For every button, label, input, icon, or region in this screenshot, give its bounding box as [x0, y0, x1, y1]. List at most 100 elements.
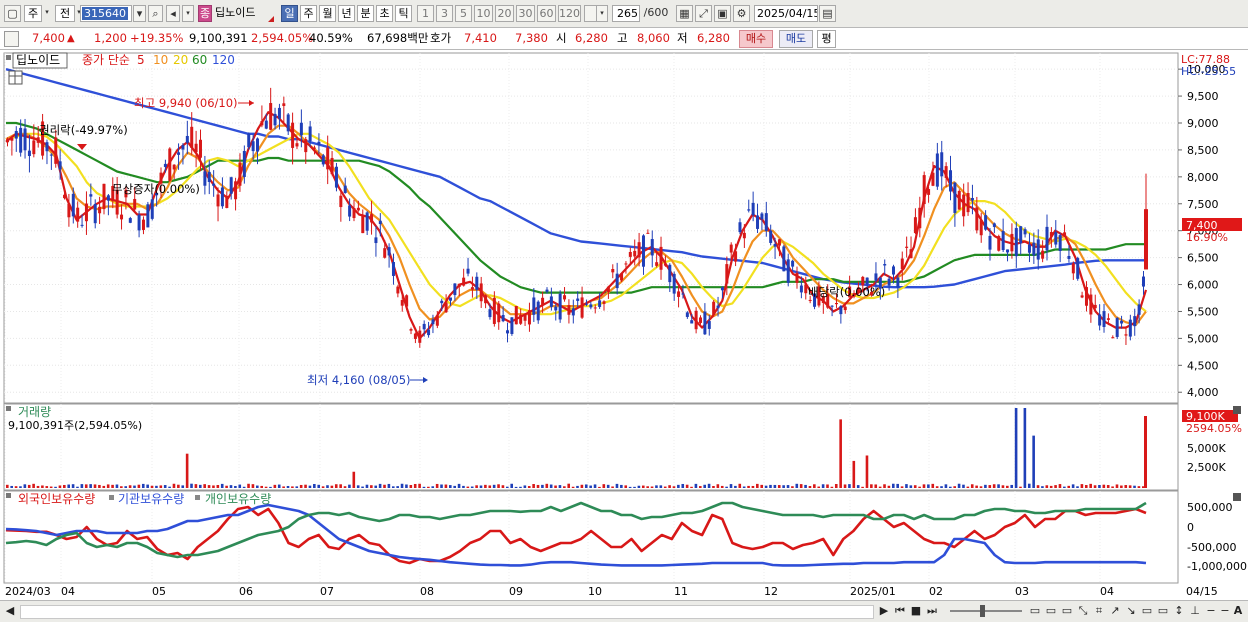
stock-chart[interactable]: 10,0009,5009,0008,5008,0007,5007,0006,50… [0, 50, 1248, 600]
candle-body [580, 297, 584, 318]
tool-1-icon[interactable]: ▭ [1028, 604, 1042, 618]
candle-body [181, 145, 185, 150]
period-second-button[interactable]: 초 [376, 5, 393, 22]
candle-body [720, 287, 724, 291]
interval-1-button[interactable]: 1 [417, 5, 434, 22]
period-month-button[interactable]: 월 [319, 5, 336, 22]
candle-body [256, 138, 260, 152]
interval-3-button[interactable]: 3 [436, 5, 453, 22]
tool-6-icon[interactable]: ↗ [1108, 604, 1122, 618]
stop-icon[interactable]: ■ [909, 604, 923, 618]
candle-body [650, 239, 654, 256]
x-axis-label: 2024/03 [5, 585, 51, 598]
tool-9-icon[interactable]: ▭ [1156, 604, 1170, 618]
settings-gear-icon[interactable]: ⚙ [733, 5, 750, 22]
interval-10-button[interactable]: 10 [474, 5, 493, 22]
tool-7-icon[interactable]: ↘ [1124, 604, 1138, 618]
tool-4-icon[interactable]: ⤡ [1076, 604, 1090, 618]
candle-body [431, 319, 435, 325]
candle-body [6, 139, 9, 143]
volume-bar [1027, 483, 1031, 488]
calendar-icon[interactable]: ▤ [819, 5, 836, 22]
volume-bar [984, 484, 987, 488]
compare-button[interactable]: 전 [55, 5, 75, 22]
sound-chevron-icon[interactable]: ▾ [182, 5, 194, 22]
tool-8-icon[interactable]: ▭ [1140, 604, 1154, 618]
interval-60-button[interactable]: 60 [537, 5, 556, 22]
date-input[interactable]: 2025/04/15 [754, 5, 818, 22]
candle-body [957, 190, 961, 210]
zoom-slider[interactable] [950, 610, 1022, 612]
volume-bar [734, 485, 737, 488]
volume-bar [470, 486, 474, 488]
candle-body [760, 213, 764, 220]
volume-close-icon[interactable] [1233, 406, 1241, 414]
candle-body [1142, 276, 1145, 287]
volume-bar [668, 485, 671, 488]
window-menu-icon[interactable]: ▢ [4, 5, 21, 22]
volume-bar [659, 485, 663, 488]
interval-chevron-icon[interactable]: ▾ [596, 5, 608, 22]
quote-settings-icon[interactable] [4, 31, 19, 47]
interval-120-button[interactable]: 120 [558, 5, 581, 22]
period-type-select[interactable]: 주 [24, 5, 42, 22]
volume-bar [782, 485, 785, 488]
period-minute-button[interactable]: 분 [357, 5, 374, 22]
chart-type-icon[interactable]: ▦ [676, 5, 693, 22]
fast-forward-icon[interactable]: ⏭ [925, 604, 939, 618]
volume-bar [14, 486, 18, 488]
minus-icon[interactable]: − [1204, 604, 1218, 618]
zoom-in-icon[interactable]: ↕ [1172, 604, 1186, 618]
holdings-tick-500000: 500,000 [1187, 501, 1233, 514]
sound-icon[interactable]: ◂ [166, 5, 180, 22]
eval-button[interactable]: 평 [817, 30, 836, 48]
period-type-chevron-icon[interactable]: ▾ [44, 5, 50, 22]
candle-body [89, 194, 93, 197]
sell-button[interactable]: 매도 [779, 30, 813, 48]
volume-bar [756, 483, 759, 488]
interval-30-button[interactable]: 30 [516, 5, 535, 22]
candle-body [251, 141, 255, 152]
candle-body [988, 235, 992, 250]
candle-body [45, 142, 49, 152]
pin-icon[interactable]: ⊥ [1188, 604, 1202, 618]
x-axis-label: 02 [929, 585, 943, 598]
holdings-close-icon[interactable] [1233, 493, 1241, 501]
rewind-icon[interactable]: ⏮ [893, 604, 907, 618]
tool-3-icon[interactable]: ▭ [1060, 604, 1074, 618]
holdings-tick-0: 0 [1187, 521, 1194, 534]
candle-body [589, 304, 593, 308]
scroll-right-icon[interactable]: ▶ [877, 604, 891, 618]
interval-5-button[interactable]: 5 [455, 5, 472, 22]
tool-2-icon[interactable]: ▭ [1044, 604, 1058, 618]
buy-button[interactable]: 매수 [739, 30, 773, 48]
save-icon[interactable]: ▣ [714, 5, 731, 22]
dash-icon[interactable]: − [1218, 604, 1232, 618]
scrollbar-track[interactable] [20, 605, 874, 619]
zoom-slider-handle[interactable] [980, 605, 985, 617]
volume-bar [251, 484, 255, 488]
turnover-pct: 40.59% [309, 31, 353, 45]
scroll-left-icon[interactable]: ◀ [3, 604, 17, 618]
volume-bar [826, 484, 829, 488]
candle-body [185, 135, 189, 143]
stock-code-input[interactable]: 315640 [80, 5, 132, 22]
period-tick-button[interactable]: 틱 [395, 5, 412, 22]
period-day-button[interactable]: 일 [281, 5, 298, 22]
search-icon[interactable]: ⌕ [148, 5, 163, 22]
interval-20-button[interactable]: 20 [495, 5, 514, 22]
volume-bar [1137, 486, 1141, 488]
candle-body [273, 113, 277, 126]
font-size-icon[interactable]: A [1231, 604, 1245, 618]
count-input[interactable]: 265 [612, 5, 640, 22]
candle-body [32, 140, 36, 155]
crosshair-icon[interactable]: ⤢ [695, 5, 712, 22]
last-volume-bar [1144, 416, 1147, 488]
x-axis-label: 07 [320, 585, 334, 598]
code-dropdown-icon[interactable]: ▾ [133, 5, 146, 22]
candle-body [549, 296, 553, 307]
period-year-button[interactable]: 년 [338, 5, 355, 22]
period-week-button[interactable]: 주 [300, 5, 317, 22]
volume-bar [563, 486, 566, 488]
tool-5-icon[interactable]: ⌗ [1092, 604, 1106, 618]
